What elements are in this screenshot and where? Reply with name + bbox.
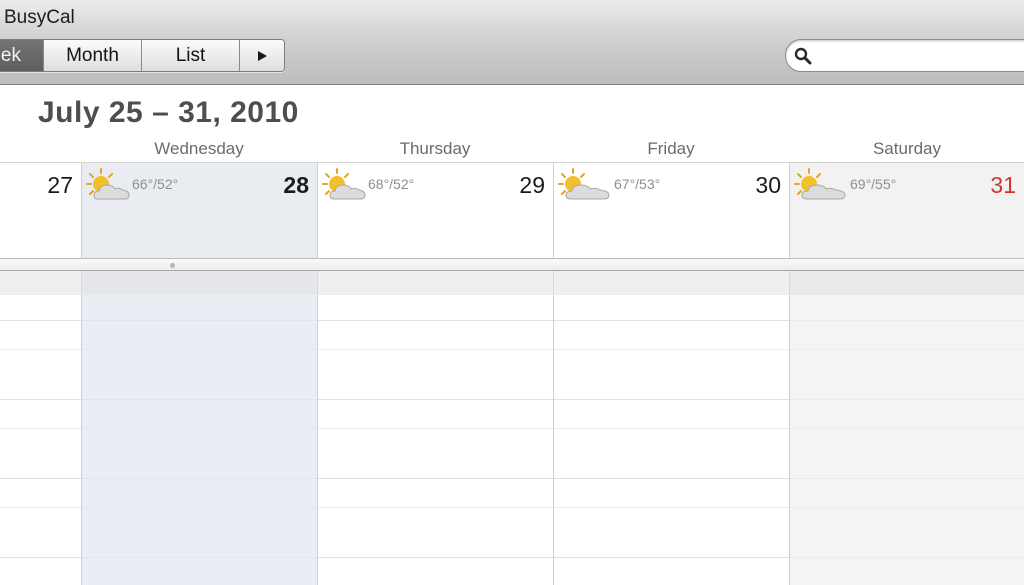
temperature: 69°/55° xyxy=(850,176,897,192)
view-switcher: ek Month List xyxy=(0,39,285,72)
week-view-button[interactable]: ek xyxy=(0,40,43,71)
search-icon xyxy=(794,47,812,65)
grid-column-27[interactable] xyxy=(0,271,81,585)
temperature: 68°/52° xyxy=(368,176,415,192)
day-number: 27 xyxy=(47,172,73,198)
app-title: BusyCal xyxy=(4,7,75,28)
partly-cloudy-icon xyxy=(322,168,366,200)
time-grid[interactable] xyxy=(0,271,1024,585)
day-number: 30 xyxy=(755,172,781,198)
temperature: 67°/53° xyxy=(614,176,661,192)
grid-column-31[interactable] xyxy=(789,271,1024,585)
allday-resize-handle[interactable] xyxy=(0,258,1024,271)
search-input[interactable] xyxy=(818,45,1022,67)
day-number: 28 xyxy=(283,172,309,198)
toolbar: BusyCal ek Month List xyxy=(0,0,1024,85)
partly-cloudy-icon xyxy=(558,168,610,200)
day-number: 29 xyxy=(519,172,545,198)
day-number: 31 xyxy=(990,172,1016,198)
day-cell-31[interactable]: 69°/55° 31 xyxy=(789,163,1024,260)
day-cell-30[interactable]: 67°/53° 30 xyxy=(553,163,789,260)
partly-cloudy-icon xyxy=(794,168,846,200)
grid-column-28[interactable] xyxy=(81,271,317,585)
day-cell-28[interactable]: 66°/52° 28 xyxy=(81,163,317,260)
list-view-button[interactable]: List xyxy=(141,40,239,71)
grid-column-30[interactable] xyxy=(553,271,789,585)
day-cell-27[interactable]: 27 xyxy=(0,163,81,260)
day-cell-29[interactable]: 68°/52° 29 xyxy=(317,163,553,260)
next-period-button[interactable] xyxy=(239,40,284,71)
day-name-thursday: Thursday xyxy=(399,139,471,158)
grid-column-29[interactable] xyxy=(317,271,553,585)
play-right-icon xyxy=(258,51,267,62)
date-range-title: July 25 – 31, 2010 xyxy=(38,96,299,129)
day-name-saturday: Saturday xyxy=(872,139,942,158)
temperature: 66°/52° xyxy=(132,176,179,192)
day-name-wednesday: Wednesday xyxy=(154,139,244,158)
partly-cloudy-icon xyxy=(86,168,130,200)
grip-dot xyxy=(170,263,175,268)
day-name-friday: Friday xyxy=(647,139,695,158)
grid-top-shade xyxy=(0,271,1024,295)
day-header-row: 27 66°/52° 28 68°/52° 29 67°/53° 30 69°/… xyxy=(0,162,1024,260)
search-field[interactable] xyxy=(785,39,1024,72)
month-view-button[interactable]: Month xyxy=(43,40,141,71)
